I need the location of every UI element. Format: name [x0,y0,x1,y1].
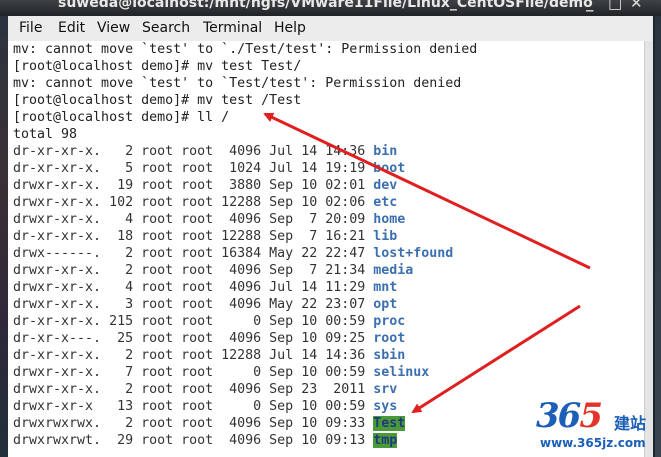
window-title: suweda@localhost:/mnt/hgfs/VMware11File/… [58,0,593,11]
listing-name: mnt [373,280,398,295]
listing-row: dr-xr-xr-x. 2 root root 4096 Jul 14 14:3… [13,143,477,160]
watermark-chinese: 建站 [614,414,647,433]
maximize-icon[interactable]: □ [608,0,622,11]
terminal-scrollbar[interactable] [644,41,653,457]
menu-help[interactable]: Help [274,20,306,36]
window-titlebar[interactable]: suweda@localhost:/mnt/hgfs/VMware11File/… [0,0,661,16]
terminal-line: total 98 [13,127,78,142]
listing-meta: drwx------. 2 root root 16384 May 22 22:… [13,246,374,261]
listing-name: lib [373,229,398,244]
terminal-line: mv: cannot move `test' to `./Test/test':… [13,42,478,57]
listing-row: dr-xr-x---. 25 root root 4096 Sep 10 09:… [13,330,477,347]
listing-name: dev [373,178,398,193]
listing-name: proc [373,314,406,329]
terminal-line: [root@localhost demo]# mv test Test/ [13,59,302,74]
listing-name: srv [373,382,398,397]
menu-edit[interactable]: Edit [58,20,85,36]
listing-name: media [373,263,414,278]
terminal-line: mv: cannot move `test' to `Test/test': P… [13,76,462,91]
listing-meta: drwxrwxrwx. 2 root root 4096 Sep 10 09:3… [13,416,374,431]
listing-name: root [373,331,406,346]
listing-name: selinux [373,365,430,380]
listing-row: drwxr-xr-x. 4 root root 4096 Sep 7 20:09… [13,211,477,228]
listing-row: dr-xr-xr-x. 2 root root 12288 Jul 14 14:… [13,347,477,364]
listing-row: drwxr-xr-x. 2 root root 4096 Sep 7 21:34… [13,262,477,279]
listing-meta: drwxr-xr-x. 19 root root 3880 Sep 10 02:… [13,178,374,193]
listing-row: drwxr-xr-x. 2 root root 4096 Sep 23 2011… [13,381,477,398]
listing-meta: dr-xr-xr-x. 2 root root 4096 Jul 14 14:3… [13,144,374,159]
terminal-area[interactable]: mv: cannot move `test' to `./Test/test':… [8,41,653,457]
watermark-logo: 365 建站 www.365jz.com [530,396,661,457]
listing-row: drwxr-xr-x. 3 root root 4096 May 22 23:0… [13,296,477,313]
listing-row: drwxr-xr-x 13 root root 0 Sep 10 00:59 s… [13,398,477,415]
listing-meta: drwxr-xr-x. 2 root root 4096 Sep 23 2011 [13,382,374,397]
desktop-background-right [655,0,661,457]
listing-row: drwxr-xr-x. 7 root root 0 Sep 10 00:59 s… [13,364,477,381]
minimize-icon[interactable]: _ [586,0,594,11]
menu-search[interactable]: Search [142,20,190,36]
listing-name: lost+found [373,246,454,261]
listing-name: boot [373,161,406,176]
listing-row: dr-xr-xr-x. 5 root root 1024 Jul 14 19:1… [13,160,477,177]
listing-meta: dr-xr-x---. 25 root root 4096 Sep 10 09:… [13,331,374,346]
close-icon[interactable]: ✕ [630,0,643,11]
listing-row: drwx------. 2 root root 16384 May 22 22:… [13,245,477,262]
menu-file[interactable]: File [19,20,42,36]
listing-meta: drwxrwxrwt. 29 root root 4096 Sep 10 09:… [13,433,374,448]
listing-name: sbin [373,348,406,363]
terminal-line: [root@localhost demo]# mv test /Test [13,93,302,108]
listing-meta: dr-xr-xr-x. 18 root root 12288 Sep 7 16:… [13,229,374,244]
menu-terminal[interactable]: Terminal [203,20,262,36]
listing-row: drwxrwxrwx. 2 root root 4096 Sep 10 09:3… [13,415,477,432]
listing-row: drwxr-xr-x. 4 root root 4096 Jul 14 11:2… [13,279,477,296]
listing-row: drwxr-xr-x. 19 root root 3880 Sep 10 02:… [13,177,477,194]
watermark-number: 365 [536,396,603,436]
listing-name: home [373,212,406,227]
listing-meta: drwxr-xr-x. 102 root root 12288 Sep 10 0… [13,195,374,210]
listing-meta: dr-xr-xr-x. 2 root root 12288 Jul 14 14:… [13,348,374,363]
terminal-line: [root@localhost demo]# ll / [13,110,230,125]
listing-row: drwxr-xr-x. 102 root root 12288 Sep 10 0… [13,194,477,211]
listing-row: drwxrwxrwt. 29 root root 4096 Sep 10 09:… [13,432,477,449]
listing-meta: drwxr-xr-x. 4 root root 4096 Jul 14 11:2… [13,280,374,295]
listing-name: etc [373,195,398,210]
listing-meta: drwxr-xr-x. 3 root root 4096 May 22 23:0… [13,297,374,312]
listing-name: sys [373,399,398,414]
listing-name: opt [373,297,398,312]
menu-view[interactable]: View [97,20,130,36]
menu-bar: File Edit View Search Terminal Help [8,16,653,42]
watermark-number-b: 5 [579,396,603,436]
listing-meta: drwxr-xr-x 13 root root 0 Sep 10 00:59 [13,399,374,414]
listing-meta: dr-xr-xr-x. 5 root root 1024 Jul 14 19:1… [13,161,374,176]
listing-name-highlighted: tmp [373,433,398,448]
listing-meta: drwxr-xr-x. 4 root root 4096 Sep 7 20:09 [13,212,374,227]
listing-meta: drwxr-xr-x. 2 root root 4096 Sep 7 21:34 [13,263,374,278]
listing-meta: dr-xr-xr-x. 215 root root 0 Sep 10 00:59 [13,314,374,329]
listing-name: bin [373,144,398,159]
listing-name-highlighted: Test [373,416,406,431]
terminal-output: mv: cannot move `test' to `./Test/test':… [13,41,477,449]
listing-meta: drwxr-xr-x. 7 root root 0 Sep 10 00:59 [13,365,374,380]
watermark-url: www.365jz.com [540,436,646,450]
listing-row: dr-xr-xr-x. 215 root root 0 Sep 10 00:59… [13,313,477,330]
watermark-number-a: 36 [536,396,581,436]
listing-row: dr-xr-xr-x. 18 root root 12288 Sep 7 16:… [13,228,477,245]
